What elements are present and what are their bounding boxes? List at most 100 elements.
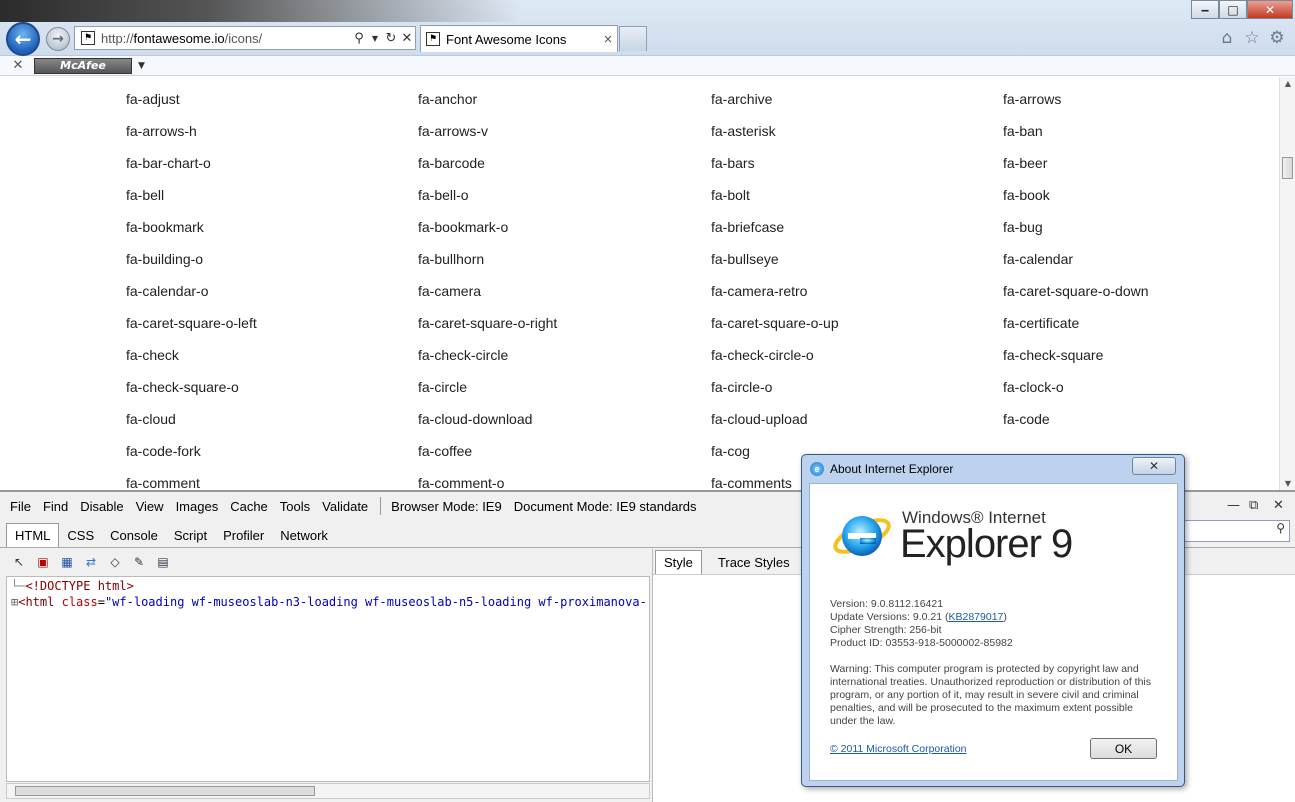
- icon-list-item[interactable]: fa-book: [1003, 187, 1050, 203]
- dom-node-doctype[interactable]: └─<!DOCTYPE html>: [11, 579, 645, 595]
- close-toolbar-icon[interactable]: ✕: [8, 58, 28, 73]
- scrollbar-thumb[interactable]: [1282, 157, 1293, 179]
- search-icon[interactable]: ⚲: [1276, 521, 1285, 535]
- icon-list-item[interactable]: fa-camera: [418, 283, 481, 299]
- icon-list-item[interactable]: fa-check: [126, 347, 179, 363]
- minimize-button[interactable]: ‒: [1191, 0, 1219, 19]
- icon-list-item[interactable]: fa-bell-o: [418, 187, 469, 203]
- tab-close-icon[interactable]: ×: [603, 32, 617, 46]
- menu-view[interactable]: View: [136, 499, 164, 514]
- scroll-up-icon[interactable]: ▲: [1280, 79, 1295, 88]
- icon-list-item[interactable]: fa-archive: [711, 91, 772, 107]
- icon-list-item[interactable]: fa-bell: [126, 187, 164, 203]
- dom-node-html[interactable]: ⊞<html class="wf-loading wf-museoslab-n3…: [11, 595, 645, 611]
- icon-list-item[interactable]: fa-circle: [418, 379, 467, 395]
- ok-button[interactable]: OK: [1090, 738, 1157, 759]
- icon-list-item[interactable]: fa-check-square: [1003, 347, 1103, 363]
- menu-validate[interactable]: Validate: [322, 499, 368, 514]
- refresh-dom-icon[interactable]: ⇄: [82, 554, 100, 570]
- menu-find[interactable]: Find: [43, 499, 68, 514]
- hscroll-thumb[interactable]: [15, 786, 315, 796]
- icon-list-item[interactable]: fa-certificate: [1003, 315, 1079, 331]
- icon-list-item[interactable]: fa-caret-square-o-up: [711, 315, 839, 331]
- icon-list-item[interactable]: fa-beer: [1003, 155, 1047, 171]
- menu-cache[interactable]: Cache: [230, 499, 268, 514]
- scroll-down-icon[interactable]: ▼: [1280, 479, 1295, 488]
- icon-list-item[interactable]: fa-adjust: [126, 91, 180, 107]
- icon-list-item[interactable]: fa-arrows-v: [418, 123, 488, 139]
- icon-list-item[interactable]: fa-anchor: [418, 91, 477, 107]
- html-tree-view[interactable]: └─<!DOCTYPE html> ⊞<html class="wf-loadi…: [6, 576, 650, 782]
- icon-list-item[interactable]: fa-code: [1003, 411, 1050, 427]
- refresh-icon[interactable]: ↻: [383, 31, 399, 46]
- icon-list-item[interactable]: fa-check-square-o: [126, 379, 239, 395]
- menu-file[interactable]: File: [10, 499, 31, 514]
- forward-button[interactable]: →: [46, 27, 70, 51]
- dialog-close-button[interactable]: ✕: [1132, 457, 1176, 475]
- close-window-button[interactable]: ✕: [1247, 0, 1293, 19]
- icon-list-item[interactable]: fa-bug: [1003, 219, 1043, 235]
- address-bar[interactable]: ⚑ http://fontawesome.io/icons/ ⚲ ▼ ↻ ✕: [74, 26, 416, 50]
- new-tab-button[interactable]: [619, 26, 647, 51]
- word-wrap-icon[interactable]: ▤: [154, 554, 172, 570]
- tab-console[interactable]: Console: [102, 524, 166, 547]
- icon-list-item[interactable]: fa-check-circle: [418, 347, 508, 363]
- back-button[interactable]: ←: [6, 22, 40, 56]
- icon-list-item[interactable]: fa-code-fork: [126, 443, 201, 459]
- devtools-minimize-icon[interactable]: —: [1227, 498, 1240, 513]
- devtools-search-input[interactable]: ⚲: [1180, 520, 1290, 542]
- html-horizontal-scrollbar[interactable]: [6, 783, 650, 799]
- tab-html[interactable]: HTML: [6, 523, 60, 547]
- icon-list-item[interactable]: fa-building-o: [126, 251, 203, 267]
- icon-list-item[interactable]: fa-calendar-o: [126, 283, 209, 299]
- edit-icon[interactable]: ✎: [130, 554, 148, 570]
- icon-list-item[interactable]: fa-arrows: [1003, 91, 1061, 107]
- icon-list-item[interactable]: fa-caret-square-o-left: [126, 315, 257, 331]
- icon-list-item[interactable]: fa-arrows-h: [126, 123, 197, 139]
- icon-list-item[interactable]: fa-ban: [1003, 123, 1043, 139]
- address-url[interactable]: http://fontawesome.io/icons/: [101, 31, 351, 46]
- icon-list-item[interactable]: fa-cloud-upload: [711, 411, 808, 427]
- tab-trace-styles[interactable]: Trace Styles: [710, 551, 798, 574]
- browser-mode-menu[interactable]: Browser Mode: IE9: [391, 499, 502, 514]
- icon-list-item[interactable]: fa-comment-o: [418, 475, 504, 490]
- addon-dropdown-icon[interactable]: ▼: [138, 61, 145, 71]
- select-element-icon[interactable]: ↖: [10, 554, 28, 570]
- mcafee-button[interactable]: McAfee: [34, 57, 132, 74]
- icon-list-item[interactable]: fa-bar-chart-o: [126, 155, 211, 171]
- icon-list-item[interactable]: fa-circle-o: [711, 379, 772, 395]
- maximize-button[interactable]: □: [1219, 0, 1247, 19]
- icon-list-item[interactable]: fa-clock-o: [1003, 379, 1064, 395]
- copyright-link[interactable]: © 2011 Microsoft Corporation: [830, 743, 967, 755]
- devtools-undock-icon[interactable]: ⧉: [1249, 498, 1258, 513]
- menu-tools[interactable]: Tools: [280, 499, 310, 514]
- tools-gear-icon[interactable]: ⚙: [1267, 28, 1287, 48]
- dropdown-icon[interactable]: ▼: [367, 34, 383, 43]
- icon-list-item[interactable]: fa-cloud: [126, 411, 176, 427]
- icon-list-item[interactable]: fa-asterisk: [711, 123, 776, 139]
- favorites-star-icon[interactable]: ☆: [1242, 28, 1262, 48]
- devtools-close-icon[interactable]: ✕: [1273, 498, 1284, 513]
- tab-profiler[interactable]: Profiler: [215, 524, 272, 547]
- document-mode-menu[interactable]: Document Mode: IE9 standards: [514, 499, 697, 514]
- tab-script[interactable]: Script: [166, 524, 215, 547]
- element-source-icon[interactable]: ◇: [106, 554, 124, 570]
- kb-link[interactable]: KB2879017: [949, 611, 1004, 623]
- tab-network[interactable]: Network: [272, 524, 336, 547]
- icon-list-item[interactable]: fa-bars: [711, 155, 755, 171]
- home-icon[interactable]: ⌂: [1217, 28, 1237, 48]
- icon-list-item[interactable]: fa-comments: [711, 475, 792, 490]
- icon-list-item[interactable]: fa-caret-square-o-down: [1003, 283, 1149, 299]
- icon-list-item[interactable]: fa-barcode: [418, 155, 485, 171]
- icon-list-item[interactable]: fa-bookmark-o: [418, 219, 508, 235]
- icon-list-item[interactable]: fa-briefcase: [711, 219, 784, 235]
- tab-css[interactable]: CSS: [59, 524, 102, 547]
- save-icon[interactable]: ▦: [58, 554, 76, 570]
- icon-list-item[interactable]: fa-calendar: [1003, 251, 1073, 267]
- tab-style[interactable]: Style: [655, 550, 702, 574]
- icon-list-item[interactable]: fa-camera-retro: [711, 283, 807, 299]
- icon-list-item[interactable]: fa-coffee: [418, 443, 472, 459]
- icon-list-item[interactable]: fa-caret-square-o-right: [418, 315, 557, 331]
- page-vertical-scrollbar[interactable]: ▲ ▼: [1279, 77, 1295, 490]
- stop-icon[interactable]: ✕: [399, 31, 415, 46]
